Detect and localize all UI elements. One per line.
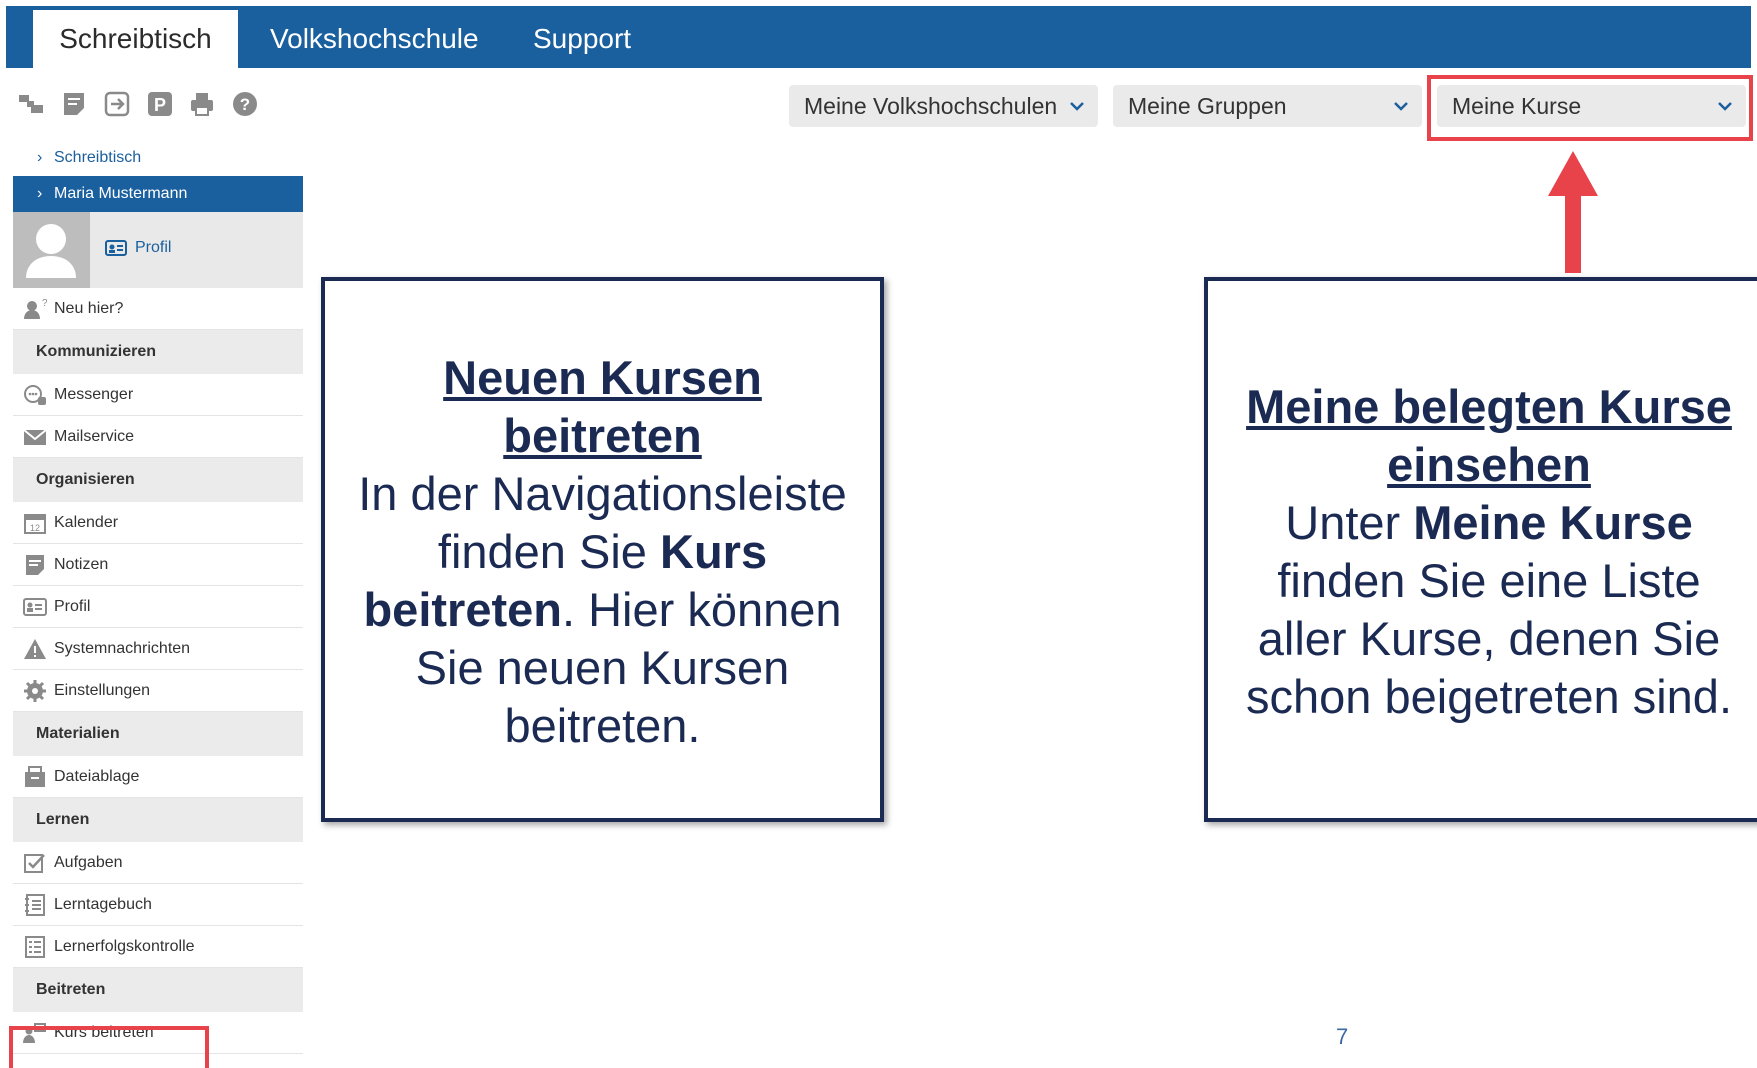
breadcrumb-label: Schreibtisch: [54, 149, 142, 166]
callout-heading: einsehen: [1387, 438, 1591, 491]
svg-text:P: P: [154, 95, 166, 115]
file-cabinet-icon: [25, 766, 45, 787]
section-materialien: Materialien: [13, 712, 303, 756]
page-number: 7: [1336, 1024, 1349, 1049]
sidebar-item-einstellungen[interactable]: Einstellungen: [13, 670, 303, 712]
callout-text: Unter Meine Kurse: [1208, 494, 1757, 552]
callout-heading: Meine belegten Kurse: [1246, 380, 1732, 433]
breadcrumb-schreibtisch[interactable]: › Schreibtisch: [13, 140, 303, 176]
callout-text-part: finden Sie: [437, 525, 660, 578]
groups-select[interactable]: Meine Gruppen: [1113, 85, 1422, 127]
mail-icon: [23, 429, 47, 445]
top-navigation-bar: Schreibtisch Volkshochschule Support: [6, 6, 1751, 68]
section-lernen: Lernen: [13, 798, 303, 842]
chevron-down-icon: [1392, 85, 1410, 127]
sidebar-item-label: Profil: [54, 598, 91, 615]
user-header[interactable]: › Maria Mustermann: [13, 176, 303, 212]
logout-icon[interactable]: [103, 90, 131, 118]
callout-text: aller Kurse, denen Sie: [1257, 612, 1721, 665]
avatar: [13, 212, 90, 288]
chevron-right-icon: ›: [37, 185, 43, 202]
user-question-icon: ?: [24, 298, 47, 319]
svg-text:12: 12: [30, 523, 40, 533]
tab-schreibtisch[interactable]: Schreibtisch: [33, 10, 238, 68]
join-course-highlight: [9, 1026, 209, 1068]
up-arrow-icon: [1548, 151, 1598, 273]
sidebar-item-label: Neu hier?: [54, 300, 124, 317]
sidebar-item-messenger[interactable]: Messenger: [13, 374, 303, 416]
help-icon[interactable]: ?: [231, 90, 259, 118]
sidebar-item-label: Dateiablage: [54, 768, 140, 785]
section-beitreten: Beitreten: [13, 968, 303, 1012]
callout-heading: beitreten: [503, 409, 702, 462]
sidebar-item-dateiablage[interactable]: Dateiablage: [13, 756, 303, 798]
sidebar-item-profil[interactable]: Profil: [13, 586, 303, 628]
callout-heading: Neuen Kursen: [443, 351, 762, 404]
callout-join-courses: Neuen Kursen beitreten In der Navigation…: [321, 277, 884, 822]
callout-emphasis: Meine Kurse: [1413, 496, 1693, 549]
sidebar-item-lernerfolgskontrolle[interactable]: Lernerfolgskontrolle: [13, 926, 303, 968]
callout-emphasis: Kurs: [660, 525, 768, 578]
sidebar-item-label: Einstellungen: [54, 682, 151, 699]
profile-link-label: Profil: [135, 239, 172, 256]
callout-my-courses: Meine belegten Kurse einsehen Unter Mein…: [1204, 277, 1757, 822]
callout-text: finden Sie Kurs: [325, 523, 880, 581]
warning-icon: [24, 639, 46, 659]
sidebar-item-label: Kalender: [54, 514, 119, 531]
checkbox-icon: [24, 854, 45, 873]
callout-text: finden Sie eine Liste: [1277, 554, 1701, 607]
sidebar-item-label: Lerntagebuch: [54, 896, 152, 913]
note-icon: [26, 555, 44, 575]
sidebar-item-label: Notizen: [54, 556, 109, 573]
sidebar-item-label: Systemnachrichten: [54, 640, 191, 657]
calendar-icon: 12: [24, 514, 46, 534]
sidebar-item-aufgaben[interactable]: Aufgaben: [13, 842, 303, 884]
chevron-right-icon: ›: [37, 149, 43, 166]
gear-icon: [24, 680, 46, 702]
sidebar-item-kalender[interactable]: 12 Kalender: [13, 502, 303, 544]
callout-text: Sie neuen Kursen: [415, 641, 790, 694]
switch-icon[interactable]: [17, 90, 45, 118]
vhs-select[interactable]: Meine Volkshochschulen: [789, 85, 1098, 127]
groups-select-value: Meine Gruppen: [1128, 93, 1287, 119]
id-card-icon: [105, 240, 127, 256]
svg-text:?: ?: [42, 298, 47, 309]
sidebar-item-lerntagebuch[interactable]: Lerntagebuch: [13, 884, 303, 926]
callout-text: beitreten.: [504, 699, 701, 752]
sidebar: › Schreibtisch › Maria Mustermann Profil…: [13, 140, 303, 1054]
user-name: Maria Mustermann: [54, 185, 188, 202]
sidebar-item-mailservice[interactable]: Mailservice: [13, 416, 303, 458]
tab-support[interactable]: Support: [533, 10, 631, 68]
profile-card: Profil: [13, 212, 303, 288]
diary-icon: [25, 894, 45, 916]
sidebar-item-notizen[interactable]: Notizen: [13, 544, 303, 586]
section-kommunizieren: Kommunizieren: [13, 330, 303, 374]
chevron-down-icon: [1068, 85, 1086, 127]
checklist-icon: [25, 936, 45, 958]
section-organisieren: Organisieren: [13, 458, 303, 502]
parking-icon[interactable]: P: [146, 90, 174, 118]
sidebar-item-systemnachrichten[interactable]: Systemnachrichten: [13, 628, 303, 670]
chat-icon: [24, 385, 46, 405]
print-icon[interactable]: [188, 90, 216, 118]
tab-volkshochschule[interactable]: Volkshochschule: [270, 10, 479, 68]
sidebar-item-label: Messenger: [54, 386, 134, 403]
profile-link[interactable]: Profil: [105, 239, 171, 257]
callout-text: In der Navigationsleiste: [358, 467, 847, 520]
callout-text-part: . Hier können: [561, 583, 842, 636]
sidebar-item-label: Aufgaben: [54, 854, 123, 871]
callout-emphasis: beitreten: [363, 583, 562, 636]
vhs-select-value: Meine Volkshochschulen: [804, 93, 1058, 119]
svg-text:?: ?: [240, 95, 250, 114]
callout-text: beitreten. Hier können: [325, 581, 880, 639]
sidebar-item-label: Mailservice: [54, 428, 135, 445]
notes-icon[interactable]: [60, 90, 88, 118]
sidebar-item-label: Lernerfolgskontrolle: [54, 938, 195, 955]
courses-select-highlight: [1427, 75, 1753, 141]
id-card-icon: [23, 598, 47, 616]
sidebar-item-neu-hier[interactable]: ? Neu hier?: [13, 288, 303, 330]
callout-text-part: Unter: [1285, 496, 1414, 549]
callout-text: schon beigetreten sind.: [1246, 670, 1732, 723]
